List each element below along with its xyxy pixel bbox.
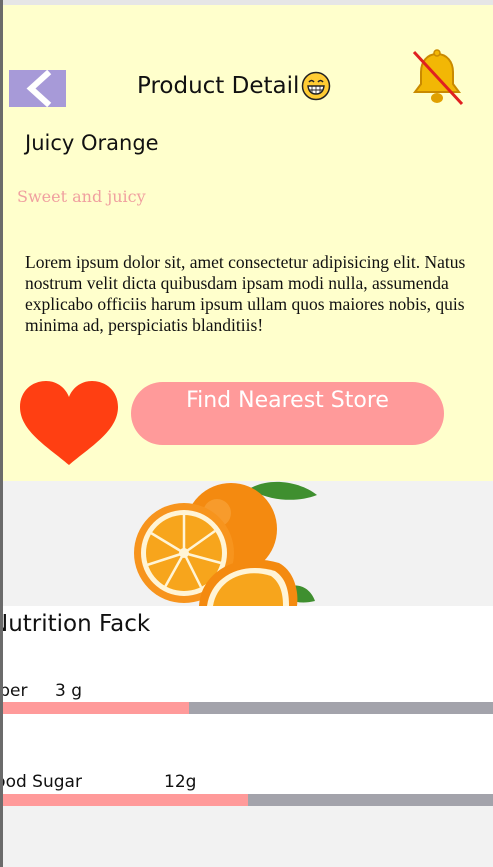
- orange-fruit-image: [134, 481, 317, 606]
- grinning-face-emoji-icon: [302, 71, 331, 101]
- page-footer-area: [3, 806, 493, 867]
- find-nearest-store-button[interactable]: Find Nearest Store: [131, 382, 444, 445]
- product-name: Juicy Orange: [25, 131, 159, 155]
- back-button[interactable]: [9, 70, 66, 107]
- nutrient-bar-fiber: [3, 702, 493, 714]
- nutrient-bar-sugar: [3, 794, 493, 806]
- chevron-left-icon: [26, 70, 52, 107]
- nutrient-label-sugar: Food Sugar: [3, 772, 82, 792]
- nutrient-value-fiber: 3 g: [55, 681, 83, 701]
- product-info-card: Product Detail Juicy Orange Sweet and ju…: [3, 5, 493, 481]
- heart-icon[interactable]: [18, 379, 120, 467]
- nutrient-label-fiber: Fiber: [3, 681, 28, 701]
- nutrient-bar-fill-fiber: [3, 702, 190, 714]
- page-title: Product Detail: [137, 73, 300, 99]
- product-tagline: Sweet and juicy: [17, 187, 146, 206]
- nutrition-panel: Nutrition Fack Fiber 3 g Food Sugar 12g: [3, 606, 493, 806]
- nutrient-bar-fill-sugar: [3, 794, 248, 806]
- nutrition-title: Nutrition Fack: [3, 611, 151, 637]
- product-image-area: [3, 481, 493, 606]
- product-description: Lorem ipsum dolor sit, amet consectetur …: [25, 252, 466, 335]
- nutrient-value-sugar: 12g: [164, 772, 197, 792]
- bell-muted-icon[interactable]: [408, 48, 466, 108]
- left-border: [0, 0, 3, 867]
